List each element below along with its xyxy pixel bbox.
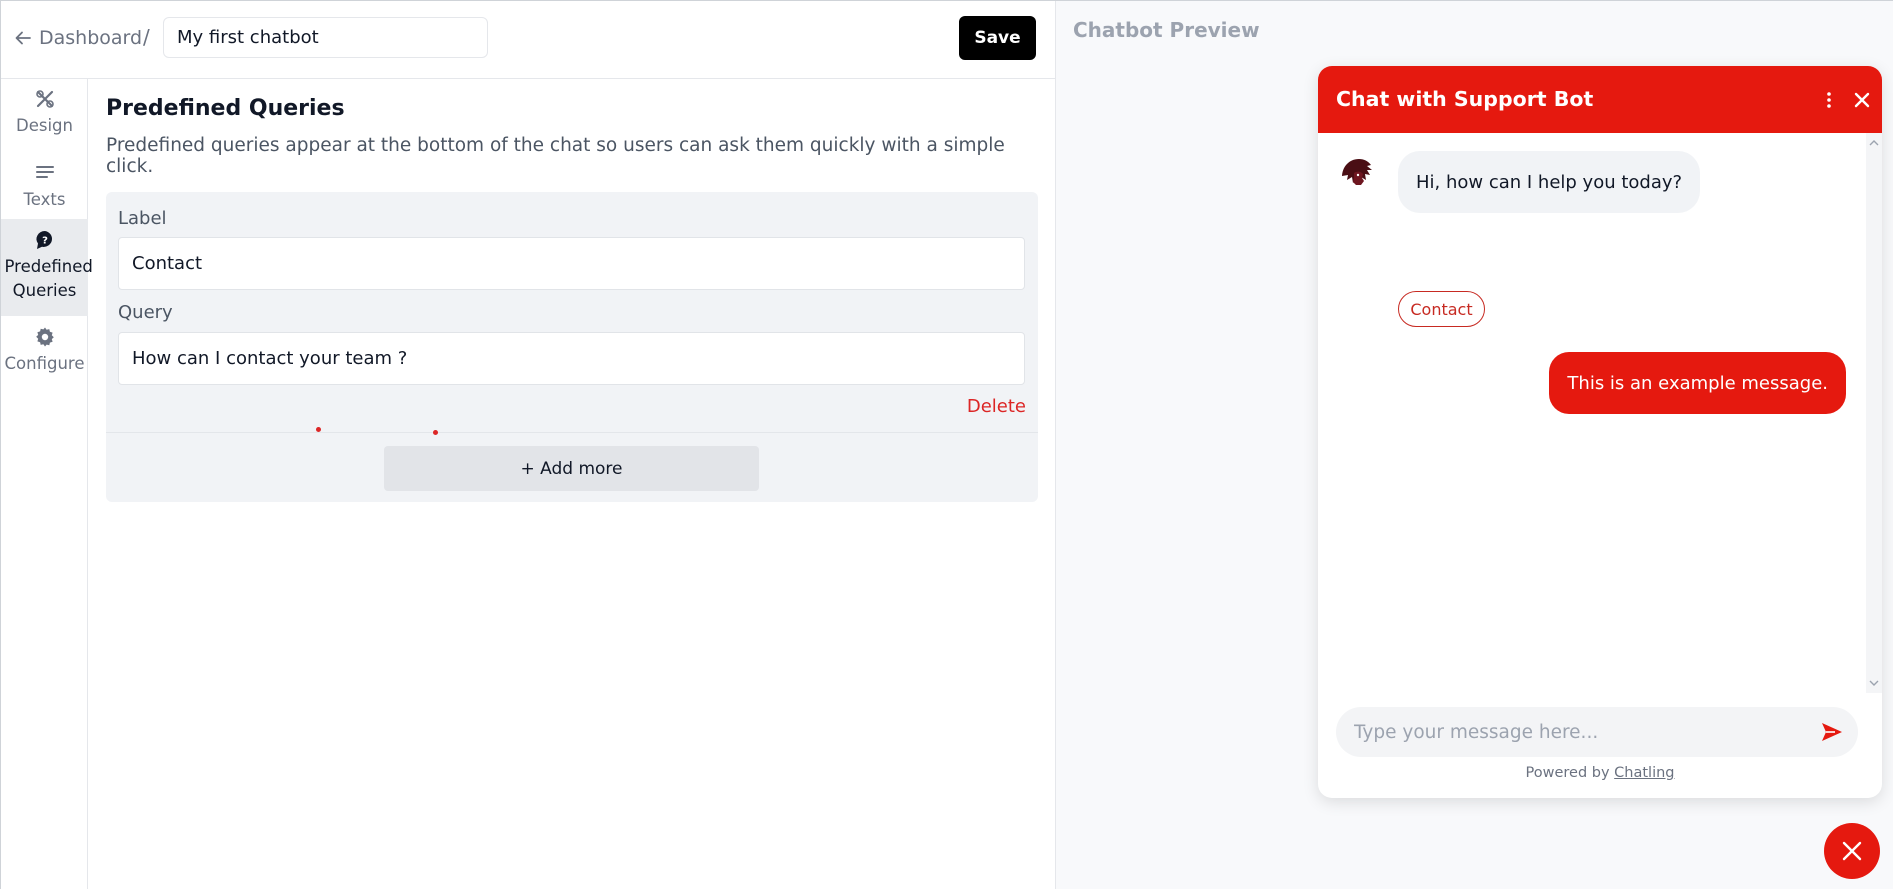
powered-by: Powered by Chatling bbox=[1318, 765, 1882, 781]
arrow-left-icon bbox=[15, 31, 31, 45]
sidebar-item-texts[interactable]: Texts bbox=[1, 162, 88, 218]
chat-toggle-button[interactable] bbox=[1824, 823, 1880, 879]
chat-scrollbar[interactable] bbox=[1866, 133, 1882, 693]
powered-prefix: Powered by bbox=[1525, 765, 1610, 781]
preview-panel: Chatbot Preview Chat with Support Bot Hi… bbox=[1056, 1, 1893, 889]
question-bubble-icon: ? bbox=[36, 231, 52, 249]
close-icon bbox=[1842, 841, 1862, 861]
chatling-link[interactable]: Chatling bbox=[1614, 765, 1674, 781]
card-divider bbox=[106, 432, 1038, 433]
save-button[interactable]: Save bbox=[959, 16, 1036, 60]
message-input[interactable] bbox=[1354, 707, 1804, 757]
back-to-dashboard-link[interactable]: Dashboard bbox=[13, 25, 142, 51]
breadcrumb-separator: / bbox=[143, 25, 150, 49]
delete-query-button[interactable]: Delete bbox=[967, 396, 1026, 417]
chat-title: Chat with Support Bot bbox=[1336, 87, 1594, 111]
send-icon[interactable] bbox=[1821, 722, 1843, 742]
app-window: Dashboard / Save Design Texts ? Predefin… bbox=[0, 0, 1893, 889]
predefined-query-chip[interactable]: Contact bbox=[1398, 291, 1485, 327]
preview-title: Chatbot Preview bbox=[1073, 18, 1260, 42]
sidebar-item-configure[interactable]: Configure bbox=[1, 326, 88, 386]
chevron-down-icon[interactable] bbox=[1869, 679, 1879, 687]
page-description: Predefined queries appear at the bottom … bbox=[106, 135, 1005, 177]
chevron-up-icon[interactable] bbox=[1869, 139, 1879, 147]
back-label: Dashboard bbox=[39, 27, 143, 49]
gear-icon bbox=[35, 327, 54, 347]
drag-marker bbox=[433, 430, 438, 435]
close-icon[interactable] bbox=[1850, 88, 1874, 112]
top-bar: Dashboard / Save bbox=[1, 1, 1056, 79]
query-caption: Query bbox=[118, 302, 173, 323]
sidebar-item-predefined-queries[interactable]: ? Predefined Queries bbox=[1, 219, 93, 316]
query-input[interactable] bbox=[118, 332, 1025, 385]
lion-logo-icon bbox=[1335, 154, 1379, 198]
query-card: Label Query Delete + Add more bbox=[106, 192, 1038, 502]
label-input[interactable] bbox=[118, 237, 1025, 290]
page-title: Predefined Queries bbox=[106, 96, 345, 121]
sidebar-item-label: Configure bbox=[4, 354, 85, 373]
label-caption: Label bbox=[118, 208, 167, 229]
design-tools-icon bbox=[35, 90, 54, 108]
add-more-button[interactable]: + Add more bbox=[384, 446, 759, 491]
more-options-icon[interactable] bbox=[1822, 88, 1836, 112]
svg-text:?: ? bbox=[42, 236, 48, 247]
user-message-bubble: This is an example message. bbox=[1549, 352, 1846, 414]
chat-messages: Hi, how can I help you today? Contact Th… bbox=[1318, 133, 1882, 693]
section-header: Predefined Queries Predefined queries ap… bbox=[106, 96, 1038, 177]
chatbot-name-input[interactable] bbox=[163, 17, 488, 58]
sidebar-nav: Design Texts ? Predefined Queries Config… bbox=[1, 79, 93, 889]
sidebar-item-label: Predefined Queries bbox=[4, 257, 93, 300]
drag-marker bbox=[316, 427, 321, 432]
sidebar-item-label: Design bbox=[16, 116, 73, 135]
sidebar-item-design[interactable]: Design bbox=[1, 88, 88, 148]
chat-widget: Chat with Support Bot Hi, how can I help… bbox=[1318, 66, 1882, 798]
chat-header: Chat with Support Bot bbox=[1318, 66, 1882, 133]
message-composer bbox=[1336, 707, 1858, 757]
bot-message-bubble: Hi, how can I help you today? bbox=[1398, 151, 1701, 213]
editor-panel: Dashboard / Save Design Texts ? Predefin… bbox=[1, 1, 1056, 889]
text-lines-icon bbox=[35, 166, 54, 178]
sidebar-item-label: Texts bbox=[23, 190, 66, 209]
